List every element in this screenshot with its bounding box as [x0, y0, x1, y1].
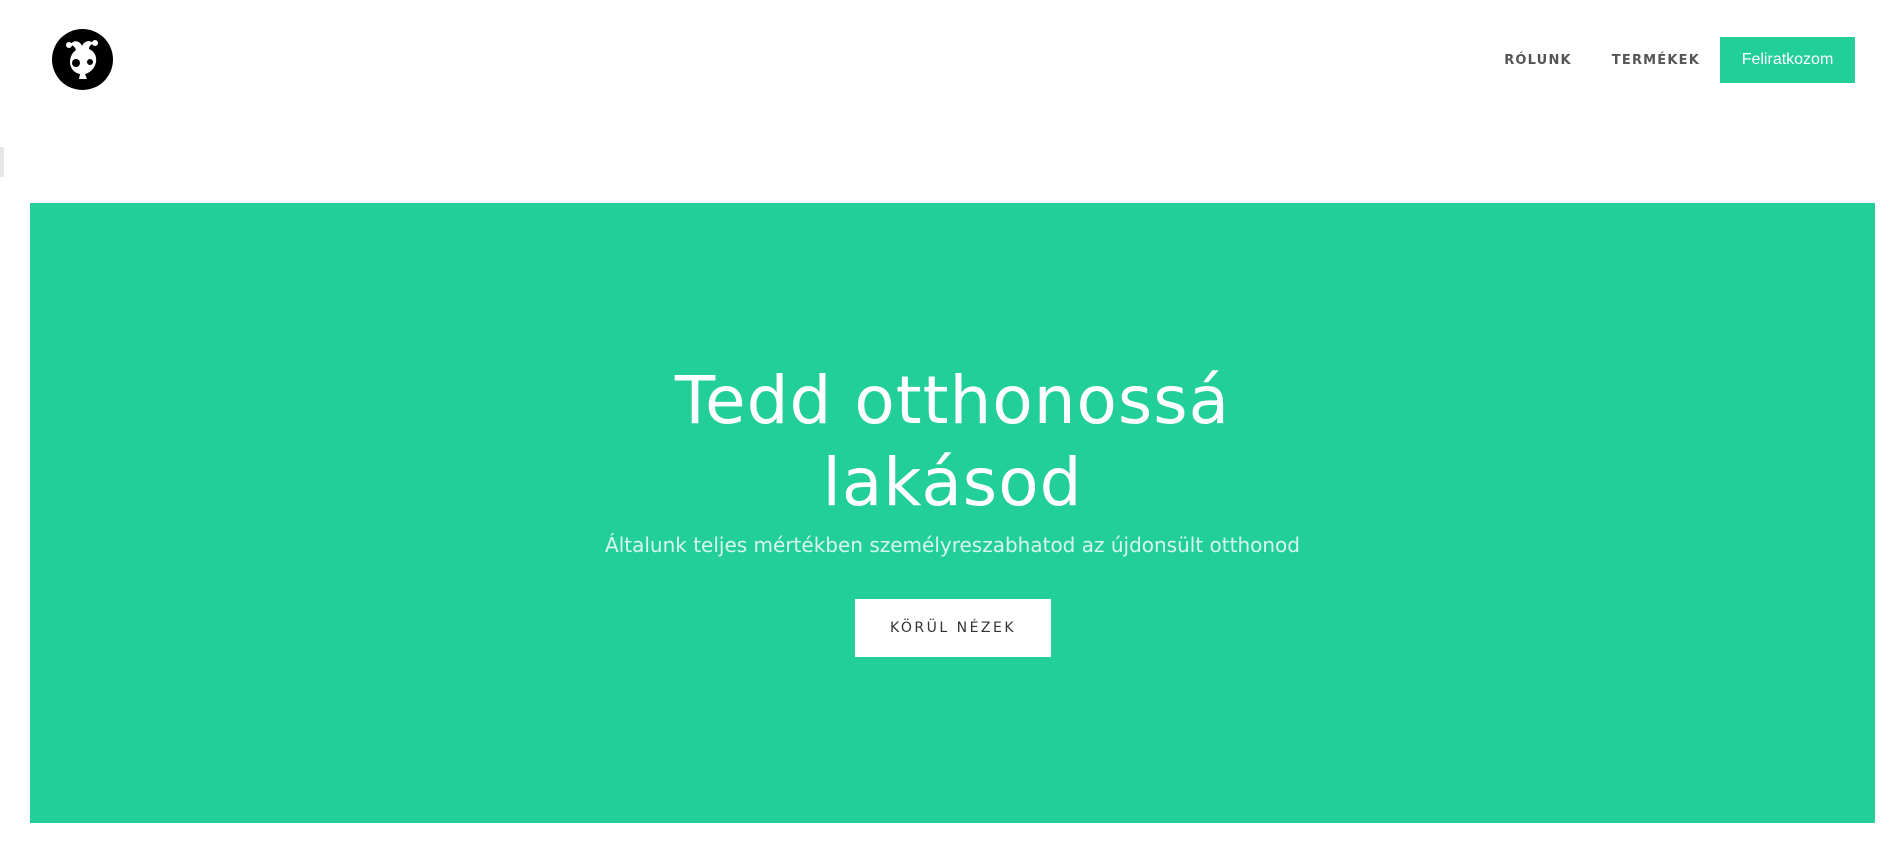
scroll-edge-marker: [0, 147, 4, 177]
main-nav: RÓLUNK TERMÉKEK Feliratkozom: [1504, 37, 1855, 83]
browse-button[interactable]: KÖRÜL NÉZEK: [855, 599, 1051, 657]
jester-logo-icon[interactable]: [52, 29, 113, 90]
site-header: RÓLUNK TERMÉKEK Feliratkozom: [0, 0, 1896, 120]
hero-subtitle: Általunk teljes mértékben személyreszabh…: [605, 533, 1300, 557]
hero-title-line-2: lakásod: [822, 444, 1083, 521]
subscribe-button[interactable]: Feliratkozom: [1720, 37, 1855, 83]
hero-title: Tedd otthonossá lakásod: [30, 360, 1875, 524]
page: RÓLUNK TERMÉKEK Feliratkozom Tedd otthon…: [0, 0, 1896, 855]
nav-link-about[interactable]: RÓLUNK: [1504, 53, 1572, 68]
nav-link-products[interactable]: TERMÉKEK: [1612, 53, 1700, 68]
hero-title-line-1: Tedd otthonossá: [674, 362, 1231, 439]
hero-section: Tedd otthonossá lakásod Általunk teljes …: [30, 203, 1875, 823]
